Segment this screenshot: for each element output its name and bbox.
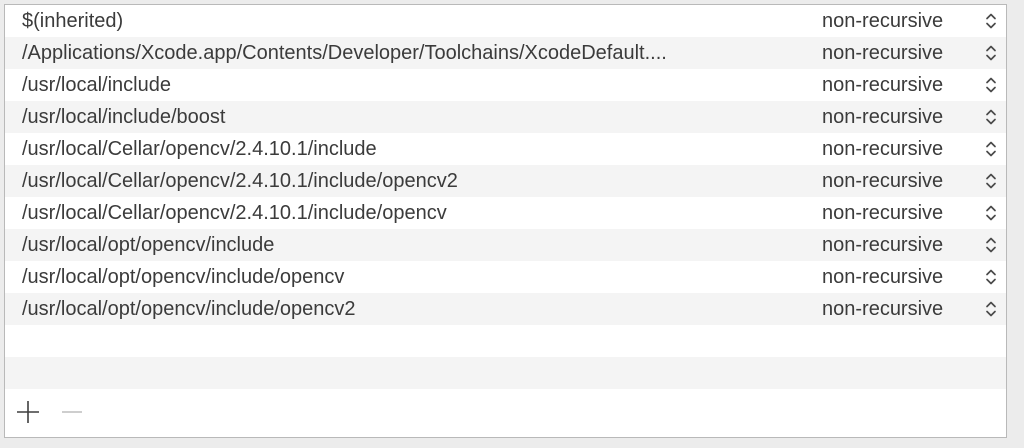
search-paths-panel: $(inherited) non-recursive /Applications… (4, 4, 1007, 438)
table-row[interactable]: $(inherited) non-recursive (5, 5, 1006, 37)
recursion-popup[interactable]: non-recursive (822, 264, 1004, 290)
minus-icon (62, 411, 82, 413)
path-cell[interactable]: /usr/local/include/boost (22, 101, 802, 133)
table-row[interactable]: /usr/local/Cellar/opencv/2.4.10.1/includ… (5, 165, 1006, 197)
recursion-popup[interactable]: non-recursive (822, 72, 1004, 98)
remove-button[interactable] (57, 397, 87, 427)
up-down-chevron-icon (986, 45, 996, 61)
empty-row (5, 325, 1006, 357)
recursion-popup-label: non-recursive (822, 105, 944, 128)
empty-row (5, 357, 1006, 389)
search-paths-list: $(inherited) non-recursive /Applications… (5, 5, 1006, 389)
recursion-popup-label: non-recursive (822, 73, 944, 96)
up-down-chevron-icon (986, 141, 996, 157)
table-row[interactable]: /usr/local/Cellar/opencv/2.4.10.1/includ… (5, 197, 1006, 229)
path-cell[interactable]: /usr/local/Cellar/opencv/2.4.10.1/includ… (22, 197, 802, 229)
up-down-chevron-icon (986, 205, 996, 221)
up-down-chevron-icon (986, 301, 996, 317)
table-row[interactable]: /usr/local/Cellar/opencv/2.4.10.1/includ… (5, 133, 1006, 165)
up-down-chevron-icon (986, 237, 996, 253)
recursion-popup-label: non-recursive (822, 297, 944, 320)
recursion-popup[interactable]: non-recursive (822, 296, 1004, 322)
up-down-chevron-icon (986, 173, 996, 189)
up-down-chevron-icon (986, 269, 996, 285)
recursion-popup-label: non-recursive (822, 137, 944, 160)
recursion-popup[interactable]: non-recursive (822, 8, 1004, 34)
path-cell[interactable]: /usr/local/opt/opencv/include/opencv (22, 261, 802, 293)
recursion-popup[interactable]: non-recursive (822, 168, 1004, 194)
add-button[interactable] (13, 397, 43, 427)
recursion-popup-label: non-recursive (822, 41, 944, 64)
recursion-popup-label: non-recursive (822, 233, 944, 256)
recursion-popup[interactable]: non-recursive (822, 232, 1004, 258)
recursion-popup-label: non-recursive (822, 201, 944, 224)
table-row[interactable]: /usr/local/opt/opencv/include/opencv non… (5, 261, 1006, 293)
recursion-popup-label: non-recursive (822, 169, 944, 192)
path-cell[interactable]: /Applications/Xcode.app/Contents/Develop… (22, 37, 802, 69)
path-cell[interactable]: /usr/local/opt/opencv/include (22, 229, 802, 261)
recursion-popup[interactable]: non-recursive (822, 200, 1004, 226)
path-cell[interactable]: $(inherited) (22, 5, 802, 37)
recursion-popup[interactable]: non-recursive (822, 104, 1004, 130)
plus-icon (17, 401, 39, 423)
path-cell[interactable]: /usr/local/Cellar/opencv/2.4.10.1/includ… (22, 165, 802, 197)
up-down-chevron-icon (986, 77, 996, 93)
table-row[interactable]: /usr/local/include non-recursive (5, 69, 1006, 101)
path-cell[interactable]: /usr/local/opt/opencv/include/opencv2 (22, 293, 802, 325)
table-row[interactable]: /usr/local/opt/opencv/include/opencv2 no… (5, 293, 1006, 325)
recursion-popup[interactable]: non-recursive (822, 40, 1004, 66)
list-toolbar (5, 391, 1006, 437)
path-cell[interactable]: /usr/local/Cellar/opencv/2.4.10.1/includ… (22, 133, 802, 165)
up-down-chevron-icon (986, 13, 996, 29)
recursion-popup[interactable]: non-recursive (822, 136, 1004, 162)
recursion-popup-label: non-recursive (822, 265, 944, 288)
path-cell[interactable]: /usr/local/include (22, 69, 802, 101)
up-down-chevron-icon (986, 109, 996, 125)
table-row[interactable]: /usr/local/opt/opencv/include non-recurs… (5, 229, 1006, 261)
table-row[interactable]: /Applications/Xcode.app/Contents/Develop… (5, 37, 1006, 69)
table-row[interactable]: /usr/local/include/boost non-recursive (5, 101, 1006, 133)
recursion-popup-label: non-recursive (822, 9, 944, 32)
